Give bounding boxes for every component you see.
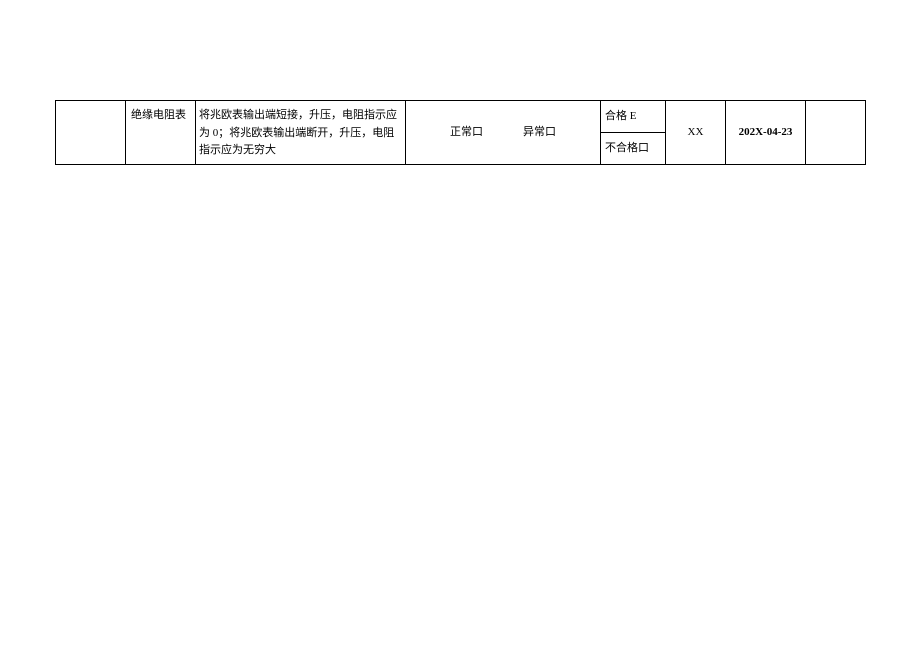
cell-remark <box>806 101 866 165</box>
cell-instrument: 绝缘电阻表 <box>126 101 196 165</box>
inspection-table: 绝缘电阻表 将兆欧表输出端短接，升压，电阻指示应为 0；将兆欧表输出端断开，升压… <box>55 100 866 165</box>
cell-date: 202X-04-23 <box>726 101 806 165</box>
table-wrapper: 绝缘电阻表 将兆欧表输出端短接，升压，电阻指示应为 0；将兆欧表输出端断开，升压… <box>55 100 865 165</box>
result-pass: 合格 E <box>601 101 665 133</box>
cell-method: 将兆欧表输出端短接，升压，电阻指示应为 0；将兆欧表输出端断开，升压，电阻指示应… <box>196 101 406 165</box>
result-fail: 不合格口 <box>601 133 665 164</box>
status-abnormal: 异常口 <box>523 126 556 138</box>
cell-index <box>56 101 126 165</box>
cell-inspector: XX <box>666 101 726 165</box>
cell-status: 正常口 异常口 <box>406 101 601 165</box>
status-normal: 正常口 <box>450 126 483 138</box>
cell-result: 合格 E 不合格口 <box>601 101 666 165</box>
table-row: 绝缘电阻表 将兆欧表输出端短接，升压，电阻指示应为 0；将兆欧表输出端断开，升压… <box>56 101 866 165</box>
